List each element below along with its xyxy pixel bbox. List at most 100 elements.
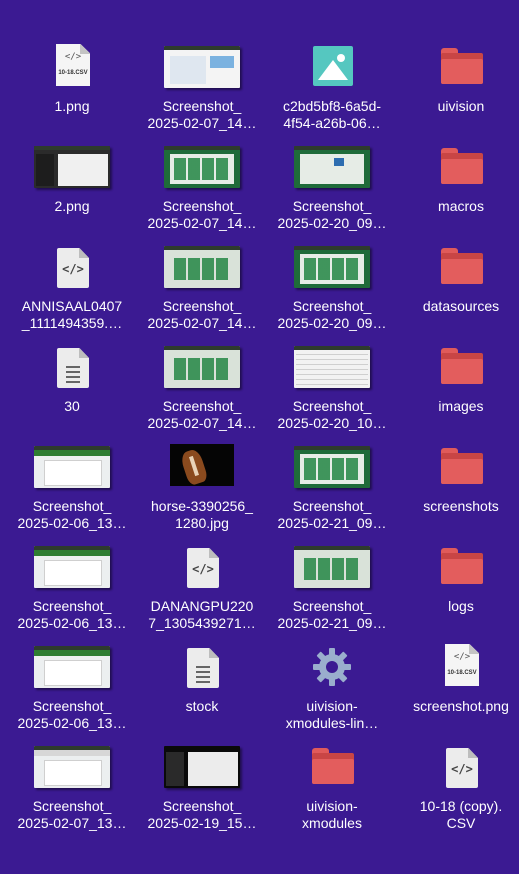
item-label: uivision-: [306, 798, 358, 814]
desktop-folder-macros[interactable]: macros: [396, 144, 519, 240]
item-label-line2: xmodules-lin…: [285, 715, 379, 731]
screenshot-thumbnail: [7, 544, 137, 598]
desktop-folder-uivision[interactable]: uivision: [396, 44, 519, 140]
desktop-item-screenshot[interactable]: Screenshot_ 2025-02-21_09…: [267, 544, 397, 640]
item-label: Screenshot_: [32, 598, 112, 614]
folder-icon: [396, 544, 519, 598]
desktop-item-text-file[interactable]: 30: [7, 344, 137, 440]
screenshot-thumbnail: [267, 344, 397, 398]
item-label: 10-18 (copy).: [419, 798, 503, 814]
csv-preview-icon: </> 10-18.CSV: [396, 644, 519, 698]
desktop-item-2-png[interactable]: 2.png: [7, 144, 137, 240]
desktop-folder-datasources[interactable]: datasources: [396, 244, 519, 340]
screenshot-thumbnail: [267, 144, 397, 198]
desktop-item-screenshot[interactable]: Screenshot_ 2025-02-07_14…: [137, 44, 267, 140]
item-label: Screenshot_: [292, 598, 372, 614]
desktop-item-screenshot[interactable]: Screenshot_ 2025-02-07_14…: [137, 244, 267, 340]
gear-icon: [267, 644, 397, 698]
screenshot-thumbnail: [137, 344, 267, 398]
desktop-folder-logs[interactable]: logs: [396, 544, 519, 640]
text-file-icon: [7, 344, 137, 398]
item-label: stock: [185, 698, 219, 714]
desktop-item-screenshot[interactable]: Screenshot_ 2025-02-07_14…: [137, 144, 267, 240]
folder-icon: [267, 744, 397, 798]
item-label: Screenshot_: [32, 798, 112, 814]
item-label: macros: [438, 198, 484, 214]
screenshot-thumbnail: [137, 144, 267, 198]
screenshot-thumbnail: [7, 144, 137, 198]
folder-icon: [396, 344, 519, 398]
item-label: Screenshot_: [162, 298, 242, 314]
item-label: horse-3390256_: [151, 498, 253, 514]
item-label: Screenshot_: [292, 498, 372, 514]
item-label: Screenshot_: [32, 498, 112, 514]
screenshot-thumbnail: [267, 444, 397, 498]
item-label-line2: 2025-02-20_10…: [277, 415, 387, 431]
item-label: logs: [448, 598, 474, 614]
folder-icon: [396, 244, 519, 298]
item-label: ANNISAAL0407: [21, 298, 123, 314]
item-label-line2: _1111494359.…: [21, 315, 123, 331]
item-label-line2: 2025-02-07_13…: [17, 815, 127, 831]
desktop-item-image-file[interactable]: c2bd5bf8-6a5d- 4f54-a26b-06…: [267, 44, 397, 140]
item-label: c2bd5bf8-6a5d-: [282, 98, 382, 114]
screenshot-thumbnail: [7, 644, 137, 698]
item-label-line2: 2025-02-20_09…: [277, 315, 387, 331]
desktop-item-screenshot[interactable]: Screenshot_ 2025-02-06_13…: [7, 644, 137, 740]
screenshot-thumbnail: [137, 44, 267, 98]
desktop-item-horse-jpg[interactable]: horse-3390256_ 1280.jpg: [137, 444, 267, 540]
desktop-item-screenshot[interactable]: Screenshot_ 2025-02-20_09…: [267, 244, 397, 340]
item-label-line2: 2025-02-06_13…: [17, 515, 127, 531]
item-label: Screenshot_: [162, 798, 242, 814]
item-label-line2: 2025-02-20_09…: [277, 215, 387, 231]
item-label: Screenshot_: [292, 198, 372, 214]
folder-icon: [396, 444, 519, 498]
desktop-item-screenshot[interactable]: Screenshot_ 2025-02-06_13…: [7, 444, 137, 540]
item-label-line2: 2025-02-07_14…: [147, 115, 257, 131]
desktop-item-screenshot[interactable]: Screenshot_ 2025-02-19_15…: [137, 744, 267, 840]
desktop-item-code-file[interactable]: </> ANNISAAL0407 _1111494359.…: [7, 244, 137, 340]
desktop-item-screenshot[interactable]: Screenshot_ 2025-02-21_09…: [267, 444, 397, 540]
desktop-item-1-png[interactable]: </> 10-18.CSV 1.png: [7, 44, 137, 140]
code-file-icon: </>: [7, 244, 137, 298]
item-label-line2: 2025-02-19_15…: [147, 815, 257, 831]
desktop-item-text-file[interactable]: stock: [137, 644, 267, 740]
item-label: screenshot.png: [413, 698, 509, 714]
item-label: Screenshot_: [162, 198, 242, 214]
desktop-folder-uivision-xmodules[interactable]: uivision-xmodules: [267, 744, 397, 840]
item-label: Screenshot_: [162, 398, 242, 414]
item-label-line2: 2025-02-06_13…: [17, 715, 127, 731]
item-label-line2: 2025-02-21_09…: [277, 515, 387, 531]
image-icon: [267, 44, 397, 98]
item-label-line2: 2025-02-07_14…: [147, 215, 257, 231]
desktop-item-screenshot[interactable]: Screenshot_ 2025-02-06_13…: [7, 544, 137, 640]
screenshot-thumbnail: [7, 744, 137, 798]
desktop-item-screenshot[interactable]: Screenshot_ 2025-02-20_10…: [267, 344, 397, 440]
desktop-item-screenshot[interactable]: Screenshot_ 2025-02-07_13…: [7, 744, 137, 840]
desktop-item-executable[interactable]: uivision-xmodules-lin…: [267, 644, 397, 740]
folder-icon: [396, 144, 519, 198]
item-label-line2: CSV: [446, 815, 476, 831]
item-label: Screenshot_: [292, 398, 372, 414]
item-label-line2: 4f54-a26b-06…: [283, 115, 381, 131]
item-label: images: [438, 398, 484, 414]
item-label-line2: 2025-02-21_09…: [277, 615, 387, 631]
desktop-folder-screenshots[interactable]: screenshots: [396, 444, 519, 540]
desktop-item-screenshot[interactable]: Screenshot_ 2025-02-07_14…: [137, 344, 267, 440]
item-label-line2: 1280.jpg: [175, 515, 229, 531]
item-label: uivision-: [306, 698, 358, 714]
desktop-folder-images[interactable]: images: [396, 344, 519, 440]
item-label-line2: 2025-02-07_14…: [147, 415, 257, 431]
desktop-item-code-file[interactable]: </> DANANGPU220 7_1305439271…: [137, 544, 267, 640]
item-label: DANANGPU220: [150, 598, 254, 614]
text-file-icon: [137, 644, 267, 698]
desktop-item-screenshot-png[interactable]: </> 10-18.CSV screenshot.png: [396, 644, 519, 740]
code-file-icon: </>: [137, 544, 267, 598]
code-file-icon: </>: [396, 744, 519, 798]
item-label: 1.png: [54, 98, 90, 114]
screenshot-thumbnail: [267, 244, 397, 298]
screenshot-thumbnail: [7, 444, 137, 498]
screenshot-thumbnail: [267, 544, 397, 598]
desktop-item-csv-copy[interactable]: </> 10-18 (copy). CSV: [396, 744, 519, 840]
desktop-item-screenshot[interactable]: Screenshot_ 2025-02-20_09…: [267, 144, 397, 240]
